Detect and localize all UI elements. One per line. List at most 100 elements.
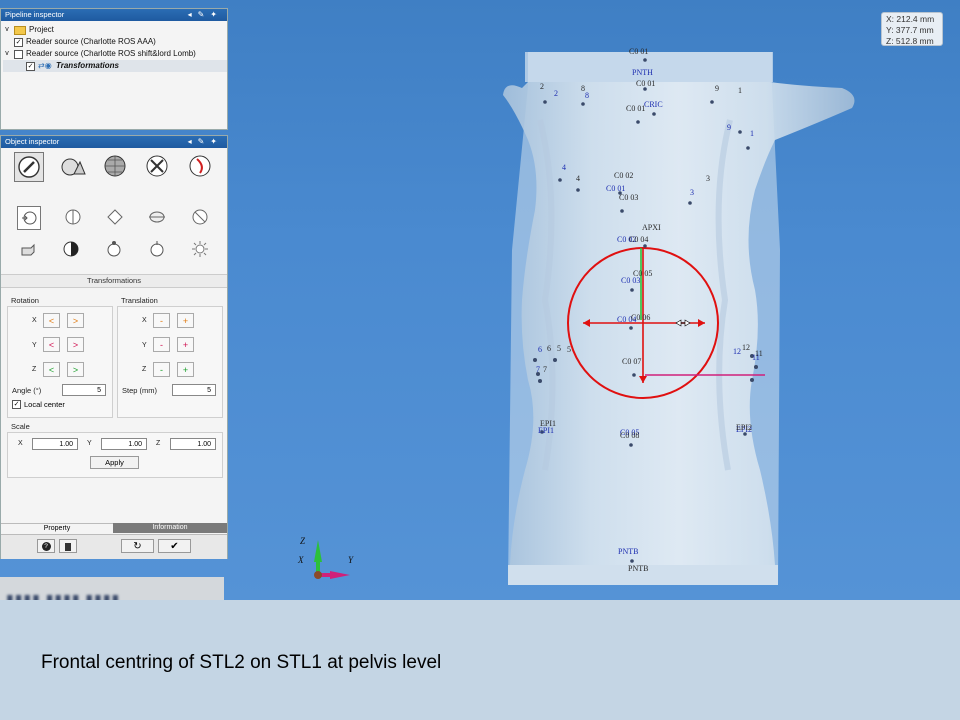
- scale-label: Scale: [11, 422, 30, 431]
- translation-y-label: Y: [142, 342, 147, 349]
- rotate-x-minus-button[interactable]: <: [43, 313, 60, 328]
- shapes-icon[interactable]: [59, 152, 87, 180]
- scale-tool-icon[interactable]: [104, 206, 126, 228]
- landmark-pntb2: PNTB: [628, 564, 648, 573]
- expand-icon[interactable]: v: [3, 48, 11, 60]
- rotation-label: Rotation: [11, 296, 39, 305]
- scale-z-input[interactable]: 1.00: [170, 438, 216, 450]
- measure-icon[interactable]: [186, 152, 214, 180]
- rotate-y-plus-button[interactable]: >: [67, 337, 84, 352]
- tab-property[interactable]: Property: [1, 523, 113, 534]
- translate-y-plus-button[interactable]: +: [177, 337, 194, 352]
- scale-z-label: Z: [156, 440, 161, 447]
- landmark-mid1: C0 02: [614, 171, 633, 180]
- scale-x-label: X: [18, 440, 23, 447]
- panel-header-icons[interactable]: ◂✎✦: [188, 9, 223, 21]
- sphere-mesh-icon[interactable]: [101, 152, 129, 180]
- svg-text:3: 3: [690, 188, 694, 197]
- svg-text:1: 1: [738, 86, 742, 95]
- reset-button[interactable]: ↻: [121, 539, 154, 553]
- step-input[interactable]: 5: [172, 384, 216, 396]
- translate-x-plus-button[interactable]: +: [177, 313, 194, 328]
- expand-icon[interactable]: v: [3, 24, 11, 36]
- translate-z-minus-button[interactable]: -: [153, 362, 170, 377]
- transform-icon: ⇄◉: [38, 61, 52, 70]
- coordinate-readout: X: 212.4 mm Y: 377.7 mm Z: 512.8 mm: [881, 12, 943, 46]
- folder-icon: [14, 25, 26, 35]
- rotate-z-plus-button[interactable]: >: [67, 362, 84, 377]
- checkbox-checked[interactable]: ✓: [14, 37, 23, 47]
- landmark-mid2: C0 01: [606, 184, 625, 193]
- tab-information[interactable]: Information: [113, 523, 227, 533]
- scale-y-label: Y: [87, 440, 92, 447]
- point-tool-icon[interactable]: [146, 238, 168, 260]
- transform-tool-icon[interactable]: [17, 206, 42, 230]
- svg-text:7: 7: [536, 365, 540, 374]
- svg-text:9: 9: [727, 123, 731, 132]
- svg-text:8: 8: [581, 84, 585, 93]
- svg-text:11: 11: [755, 349, 763, 358]
- coord-y: Y: 377.7 mm: [886, 25, 934, 35]
- checkbox-checked[interactable]: ✓: [26, 61, 35, 71]
- edit-pencil-icon[interactable]: [14, 152, 45, 182]
- svg-text:X: X: [297, 555, 304, 565]
- angle-label: Angle (°): [12, 386, 42, 395]
- landmark-epir1: EPI2: [736, 423, 752, 432]
- box-tool-icon[interactable]: [17, 238, 39, 260]
- cancel-tool-icon[interactable]: [189, 206, 211, 228]
- translate-y-minus-button[interactable]: -: [153, 337, 170, 352]
- step-label: Step (mm): [122, 386, 158, 395]
- svg-text:4: 4: [562, 163, 566, 172]
- svg-text:6: 6: [538, 345, 542, 354]
- scale-x-input[interactable]: 1.00: [32, 438, 78, 450]
- landmark-cric: CRIC: [644, 100, 663, 109]
- panel-header-icons[interactable]: ◂✎✦: [188, 136, 223, 148]
- rotate-z-minus-button[interactable]: <: [43, 362, 60, 377]
- main-toolbar: [1, 148, 227, 186]
- scale-y-input[interactable]: 1.00: [101, 438, 147, 450]
- checkbox-unchecked[interactable]: [14, 49, 23, 59]
- sub-toolbar-row2: [1, 234, 227, 264]
- translate-z-plus-button[interactable]: +: [177, 362, 194, 377]
- landmark-xiph2: C0 04: [629, 235, 648, 244]
- svg-text:2: 2: [540, 82, 544, 91]
- local-center-check-icon[interactable]: ✓: [12, 400, 21, 409]
- rotate-x-plus-button[interactable]: >: [67, 313, 84, 328]
- landmark-top1: C0 01: [629, 47, 648, 56]
- clip-tool-icon[interactable]: [146, 206, 168, 228]
- help-button[interactable]: ?: [37, 539, 55, 553]
- half-sphere-icon[interactable]: [60, 238, 82, 260]
- object-inspector-panel: Object inspector ◂✎✦ Transformations Rot…: [0, 135, 228, 559]
- translate-x-minus-button[interactable]: -: [153, 313, 170, 328]
- confirm-button[interactable]: ✔: [158, 539, 191, 553]
- axes-triad: Z X Y: [297, 536, 354, 579]
- svg-text:7: 7: [543, 365, 547, 374]
- bottom-button-bar: [1, 534, 227, 559]
- tree-item-project[interactable]: v Project: [3, 24, 227, 36]
- landmark-top5: C0 01: [626, 104, 645, 113]
- apply-button[interactable]: Apply: [90, 456, 139, 469]
- angle-input[interactable]: 5: [62, 384, 106, 396]
- delete-button[interactable]: [59, 539, 77, 553]
- rotate-y-minus-button[interactable]: <: [43, 337, 60, 352]
- tree-item-reader-shift[interactable]: v Reader source (Charlotte ROS shift&lor…: [3, 48, 227, 60]
- tools-icon[interactable]: [143, 152, 171, 180]
- rotate-tool-icon[interactable]: [62, 206, 84, 228]
- gizmo-tool-icon[interactable]: [103, 238, 125, 260]
- svg-text:Y: Y: [348, 555, 354, 565]
- local-center-checkbox[interactable]: ✓ Local center: [12, 400, 65, 409]
- tree-item-transformations[interactable]: ✓ ⇄◉ Transformations: [3, 60, 227, 72]
- landmark-c06: C0 06: [631, 313, 650, 322]
- translation-label: Translation: [121, 296, 158, 305]
- landmark-epil1: EPI1: [540, 419, 556, 428]
- coord-x: X: 212.4 mm: [886, 14, 935, 24]
- transformations-section-title: Transformations: [1, 274, 227, 288]
- translation-x-label: X: [142, 317, 147, 324]
- landmark-top2: PNTH: [632, 68, 653, 77]
- svg-text:3: 3: [706, 174, 710, 183]
- landmark-apxi: APXI: [642, 223, 661, 232]
- landmark-mid3: C0 03: [619, 193, 638, 202]
- light-tool-icon[interactable]: [189, 238, 211, 260]
- refresh-icon: ↻: [133, 541, 142, 552]
- tree-item-reader-aaa[interactable]: ✓ Reader source (Charlotte ROS AAA): [3, 36, 227, 48]
